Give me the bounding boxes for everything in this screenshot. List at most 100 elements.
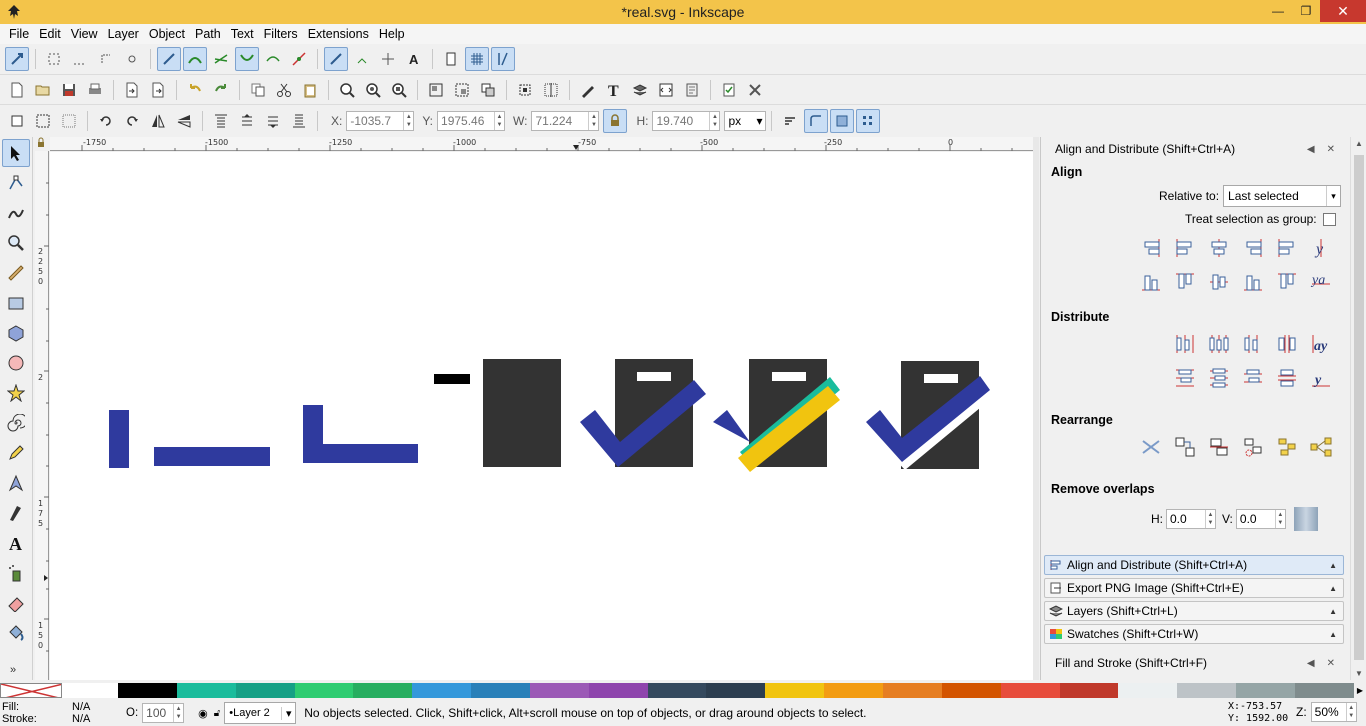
text-font-icon[interactable]: T bbox=[602, 78, 626, 102]
scale-stroke-icon[interactable] bbox=[778, 109, 802, 133]
opacity-input[interactable] bbox=[143, 704, 174, 722]
current-layer-select[interactable]: •Layer 2 ▾ bbox=[224, 702, 297, 724]
color-swatch[interactable] bbox=[412, 683, 472, 698]
canvas-vertical-scrollbar[interactable] bbox=[1033, 137, 1039, 680]
distribute-centers-horizontal-icon[interactable] bbox=[1204, 329, 1234, 359]
spiral-tool-icon[interactable] bbox=[2, 409, 30, 437]
open-folder-icon[interactable] bbox=[31, 78, 55, 102]
xml-editor-icon[interactable] bbox=[654, 78, 678, 102]
scale-corners-icon[interactable] bbox=[804, 108, 829, 133]
fill-stroke-indicator[interactable]: Fill: N/A Stroke: N/A bbox=[0, 700, 110, 726]
star-tool-icon[interactable] bbox=[2, 379, 30, 407]
scale-gradients-icon[interactable] bbox=[830, 108, 855, 133]
dock-scrollbar[interactable]: ▲ ▼ bbox=[1350, 137, 1366, 680]
zoom-drawing-icon[interactable] bbox=[361, 78, 385, 102]
color-swatch[interactable] bbox=[118, 683, 177, 698]
lock-ratio-icon[interactable] bbox=[603, 108, 628, 133]
panel-close-icon[interactable]: ✕ bbox=[1327, 144, 1335, 155]
print-icon[interactable] bbox=[83, 78, 107, 102]
drawing-canvas[interactable] bbox=[50, 152, 1033, 680]
duplicate-icon[interactable] bbox=[246, 78, 270, 102]
h-input[interactable] bbox=[653, 111, 710, 130]
distribute-left-edges-icon[interactable] bbox=[1170, 329, 1200, 359]
unit-select[interactable]: px ▾ bbox=[724, 110, 767, 131]
snap-guide-icon[interactable] bbox=[491, 47, 515, 71]
close-button[interactable]: ✕ bbox=[1320, 0, 1366, 22]
lower-icon[interactable] bbox=[261, 109, 285, 133]
export-icon[interactable] bbox=[146, 78, 170, 102]
remove-overlaps-button[interactable] bbox=[1293, 507, 1318, 531]
select-all-icon[interactable] bbox=[5, 109, 29, 133]
new-document-icon[interactable] bbox=[5, 78, 29, 102]
color-swatch[interactable] bbox=[1177, 683, 1237, 698]
align-left-to-right-icon[interactable] bbox=[1272, 233, 1302, 263]
randomize-centers-icon[interactable] bbox=[1272, 432, 1302, 462]
zoom-selection-icon[interactable] bbox=[335, 78, 359, 102]
color-swatch[interactable] bbox=[471, 683, 530, 698]
relative-to-select[interactable]: Last selected ▾ bbox=[1223, 185, 1342, 207]
color-swatch[interactable] bbox=[882, 683, 942, 698]
snap-text-baseline-icon[interactable]: A bbox=[402, 47, 426, 71]
unclump-icon[interactable] bbox=[1306, 432, 1336, 462]
snap-paths-icon[interactable] bbox=[183, 47, 207, 71]
menu-edit[interactable]: Edit bbox=[34, 27, 66, 41]
snap-bbox-icon[interactable] bbox=[42, 47, 66, 71]
color-swatch[interactable] bbox=[647, 683, 707, 698]
calligraphy-tool-icon[interactable] bbox=[2, 499, 30, 527]
more-tools-icon[interactable]: » bbox=[10, 664, 16, 676]
snap-grid-icon[interactable] bbox=[465, 47, 489, 71]
align-right-to-left-icon[interactable] bbox=[1136, 233, 1166, 263]
cut-icon[interactable] bbox=[272, 78, 296, 102]
snap-page-border-icon[interactable] bbox=[439, 47, 463, 71]
ellipse-tool-icon[interactable] bbox=[2, 349, 30, 377]
color-swatch[interactable] bbox=[706, 683, 766, 698]
distribute-top-edges-icon[interactable] bbox=[1170, 363, 1200, 393]
3d-box-tool-icon[interactable] bbox=[2, 319, 30, 347]
save-icon[interactable] bbox=[57, 78, 81, 102]
snap-smooth-nodes-icon[interactable] bbox=[261, 47, 285, 71]
y-input[interactable] bbox=[438, 111, 495, 130]
clone-icon[interactable] bbox=[476, 78, 500, 102]
treat-as-group-checkbox[interactable] bbox=[1322, 212, 1336, 226]
distribute-centers-vertical-icon[interactable] bbox=[1204, 363, 1234, 393]
h-spinbox[interactable]: ▲▼ bbox=[652, 110, 721, 131]
white-swatch[interactable] bbox=[62, 683, 118, 698]
color-swatch[interactable] bbox=[176, 683, 236, 698]
color-swatch[interactable] bbox=[765, 683, 825, 698]
raise-icon[interactable] bbox=[235, 109, 259, 133]
zoom-input[interactable] bbox=[1311, 703, 1346, 721]
palette-menu-icon[interactable]: ▶ bbox=[1354, 683, 1366, 698]
layers-icon[interactable] bbox=[628, 78, 652, 102]
color-swatch[interactable] bbox=[588, 683, 648, 698]
color-swatch[interactable] bbox=[529, 683, 589, 698]
color-swatch[interactable] bbox=[1059, 683, 1119, 698]
color-swatch[interactable] bbox=[1236, 683, 1295, 698]
w-input[interactable] bbox=[532, 111, 589, 130]
tweak-tool-icon[interactable] bbox=[2, 199, 30, 227]
menu-help[interactable]: Help bbox=[374, 27, 410, 41]
align-top-to-bottom-icon[interactable] bbox=[1136, 267, 1166, 297]
align-bottom-icon[interactable] bbox=[1238, 267, 1268, 297]
zoom-page-icon[interactable] bbox=[387, 78, 411, 102]
opacity-spinbox[interactable]: ▲▼ bbox=[142, 703, 185, 723]
align-baseline-icon[interactable]: ya bbox=[1306, 267, 1336, 297]
eraser-tool-icon[interactable] bbox=[2, 589, 30, 617]
panel-close-icon[interactable]: ✕ bbox=[1327, 658, 1335, 669]
transform-icon[interactable] bbox=[513, 78, 537, 102]
layer-lock-icon[interactable]: 🔓︎ bbox=[214, 708, 220, 719]
ungroup-icon[interactable] bbox=[450, 78, 474, 102]
overlap-h-spinbox[interactable]: ▲▼ bbox=[1166, 509, 1216, 529]
align-bottom-to-top-icon[interactable] bbox=[1272, 267, 1302, 297]
distribute-horizontal-gaps-icon[interactable] bbox=[1272, 329, 1302, 359]
color-swatch[interactable] bbox=[235, 683, 295, 698]
vertical-ruler[interactable]: 2 2 5 0 2 1 7 5 1 5 0 bbox=[35, 151, 49, 680]
lower-to-bottom-icon[interactable] bbox=[287, 109, 311, 133]
x-input[interactable] bbox=[347, 111, 404, 130]
pencil-tool-icon[interactable] bbox=[2, 439, 30, 467]
snap-bbox-midpoint-icon[interactable] bbox=[120, 47, 144, 71]
color-swatch[interactable] bbox=[824, 683, 883, 698]
snap-cusp-nodes-icon[interactable] bbox=[235, 47, 259, 71]
group-icon[interactable] bbox=[424, 78, 448, 102]
menu-layer[interactable]: Layer bbox=[103, 27, 144, 41]
color-swatch[interactable] bbox=[353, 683, 413, 698]
